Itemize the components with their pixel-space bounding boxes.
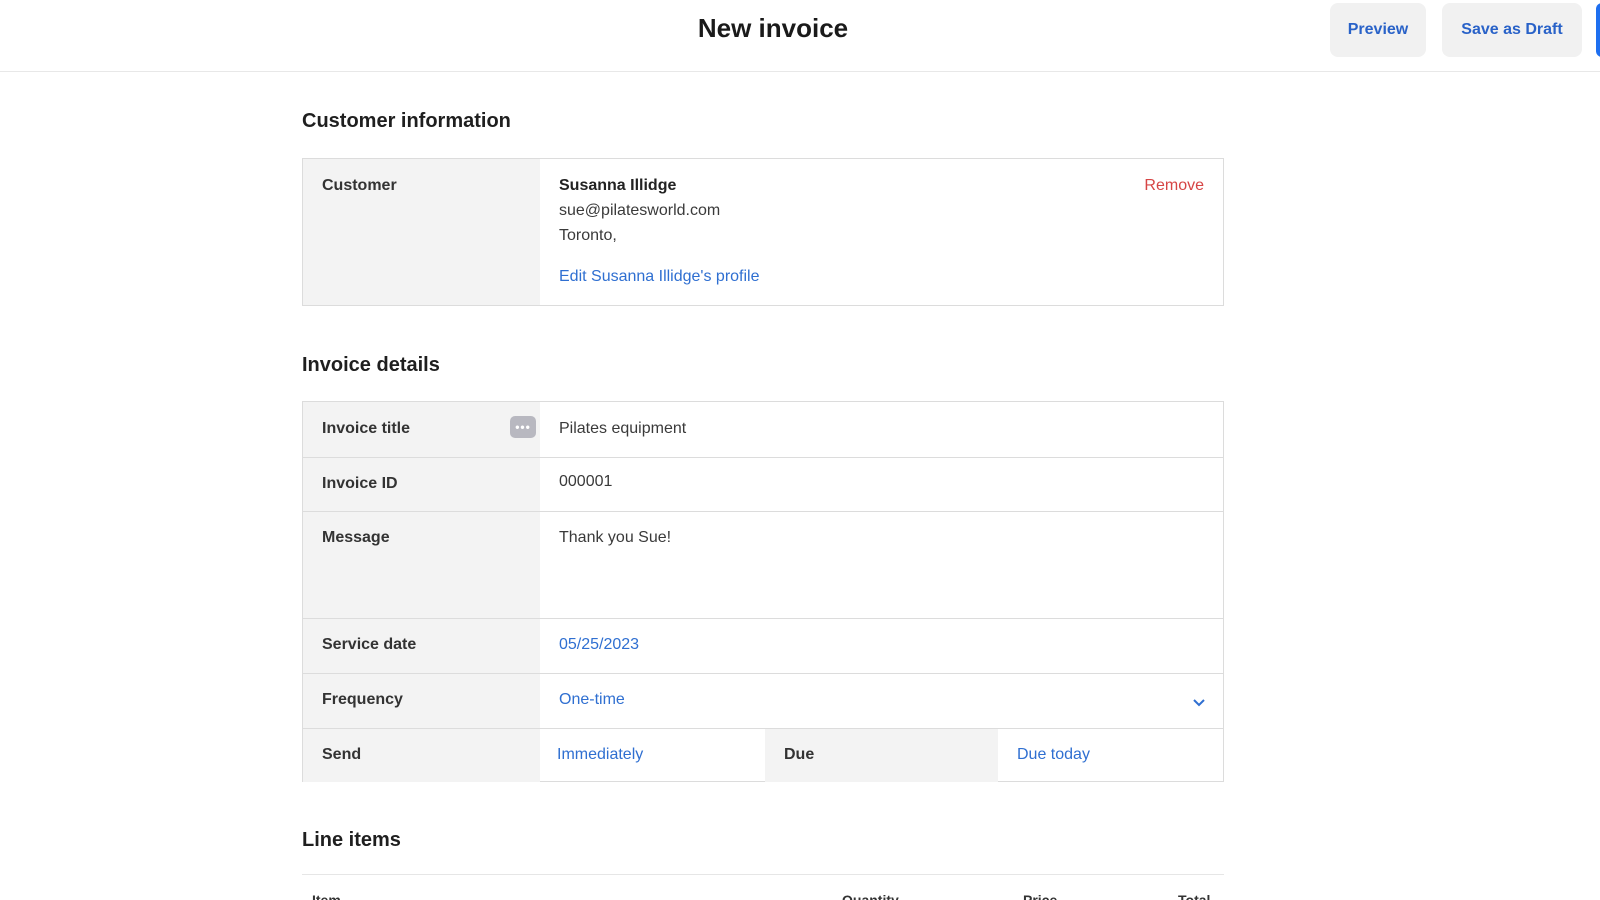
- send-due-row: Send Immediately Due Due today: [303, 728, 1223, 782]
- service-date-picker[interactable]: 05/25/2023: [559, 636, 639, 654]
- send-select[interactable]: Immediately: [557, 746, 643, 764]
- invoice-title-input[interactable]: Pilates equipment: [559, 420, 686, 438]
- chevron-down-icon[interactable]: [1192, 698, 1206, 708]
- send-label: Send: [322, 746, 362, 763]
- customer-name: Susanna Illidge: [559, 177, 677, 194]
- customer-section-title: Customer information: [302, 110, 511, 132]
- customer-label: Customer: [322, 177, 397, 194]
- message-row: Message Thank you Sue!: [303, 511, 1223, 618]
- message-textarea[interactable]: Thank you Sue!: [559, 529, 671, 547]
- edit-customer-profile-link[interactable]: Edit Susanna Illidge's profile: [559, 268, 760, 286]
- save-draft-button[interactable]: Save as Draft: [1442, 3, 1582, 57]
- line-items-divider: [302, 874, 1224, 875]
- message-label-cell: [303, 512, 540, 618]
- service-date-label: Service date: [322, 636, 417, 653]
- line-items-section-title: Line items: [302, 829, 401, 851]
- customer-city: Toronto,: [559, 227, 617, 244]
- due-label: Due: [784, 746, 815, 763]
- frequency-row: Frequency One-time: [303, 673, 1223, 728]
- column-header-quantity: Quantity: [842, 892, 899, 900]
- service-date-row: Service date 05/25/2023: [303, 618, 1223, 673]
- column-header-item: Item: [312, 892, 341, 900]
- invoice-id-input[interactable]: 000001: [559, 473, 612, 491]
- preview-button[interactable]: Preview: [1330, 3, 1426, 57]
- remove-customer-button[interactable]: Remove: [1144, 177, 1204, 195]
- column-header-total: Total: [1178, 892, 1211, 900]
- page-title: New invoice: [697, 13, 849, 43]
- customer-card: Customer Susanna Illidge sue@pilatesworl…: [302, 158, 1224, 306]
- invoice-details-card: Invoice title Pilates equipment Invoice …: [302, 401, 1224, 782]
- frequency-select[interactable]: One-time: [559, 691, 625, 709]
- customer-email: sue@pilatesworld.com: [559, 202, 721, 219]
- invoice-id-row: Invoice ID 000001: [303, 457, 1223, 511]
- invoice-title-label: Invoice title: [322, 420, 411, 437]
- primary-action-button[interactable]: [1596, 3, 1600, 57]
- frequency-label: Frequency: [322, 691, 403, 708]
- invoice-section-title: Invoice details: [302, 354, 440, 376]
- more-options-icon[interactable]: •••: [510, 416, 536, 438]
- invoice-id-label: Invoice ID: [322, 475, 398, 492]
- invoice-title-row: Invoice title Pilates equipment: [303, 402, 1223, 457]
- top-bar: New invoice Preview Save as Draft: [0, 0, 1600, 72]
- message-label: Message: [322, 529, 390, 546]
- due-select[interactable]: Due today: [1017, 746, 1090, 764]
- column-header-price: Price: [1023, 892, 1058, 900]
